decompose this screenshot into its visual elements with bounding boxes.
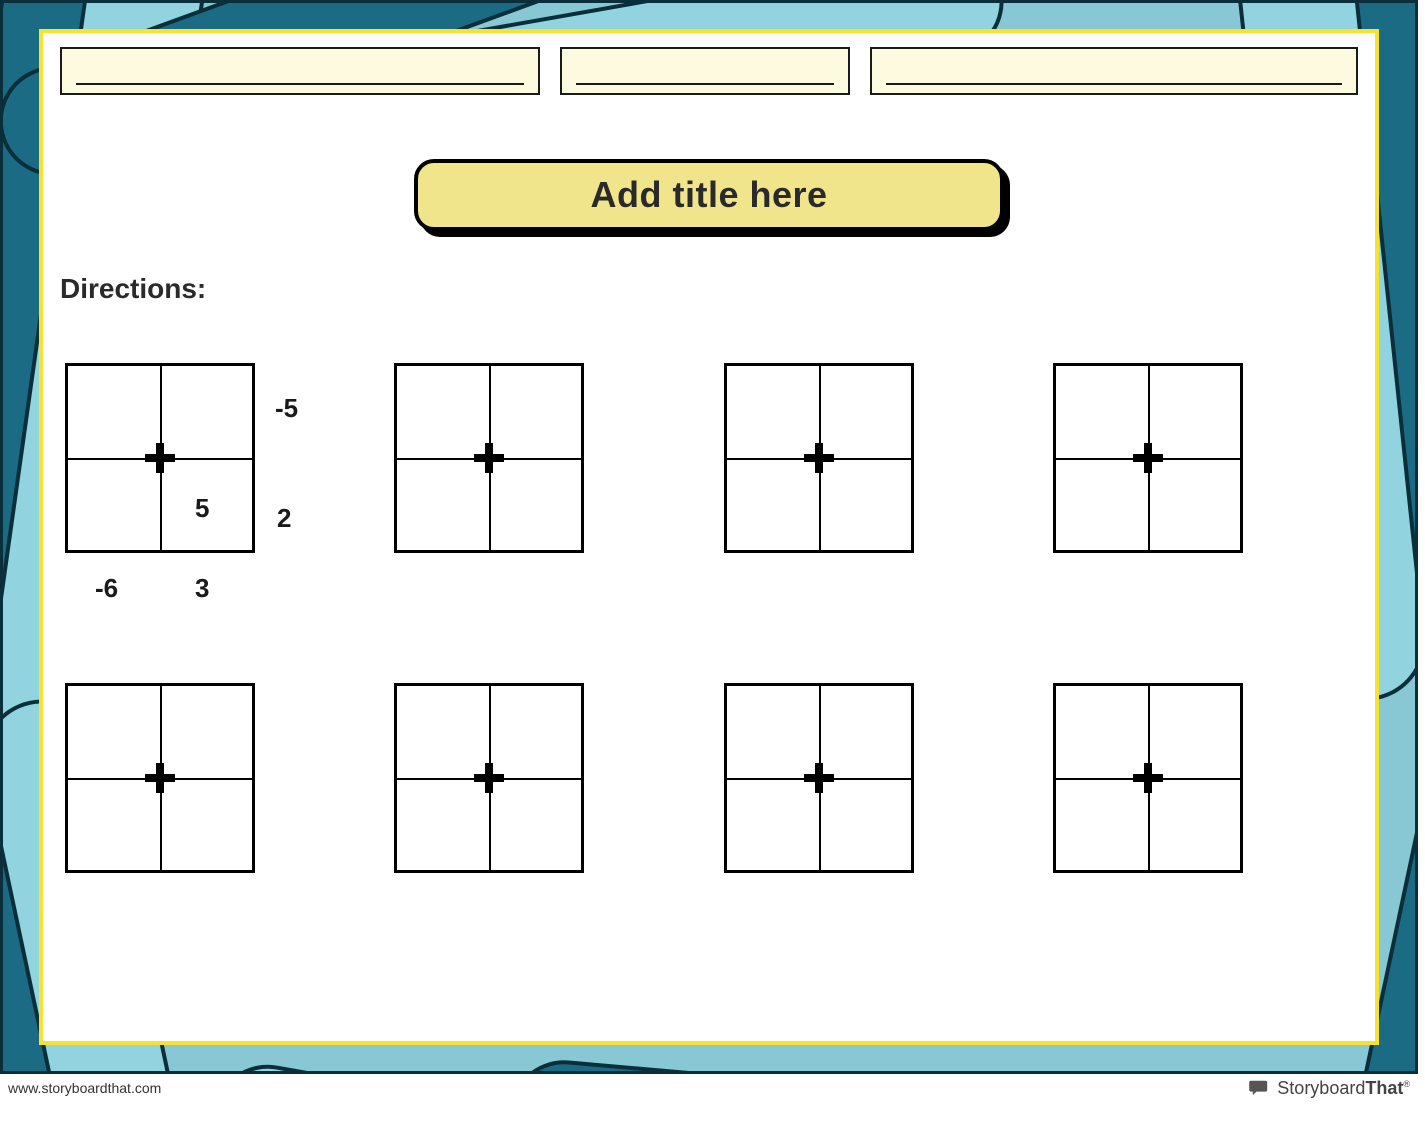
plus-icon [1133,443,1163,473]
grid-row: 5 -5 2 -6 3 [65,363,1353,553]
grids-container: 5 -5 2 -6 3 [65,363,1353,1041]
plus-icon [804,443,834,473]
grid-box [65,683,255,873]
grid-cell[interactable] [1053,683,1353,873]
footer: www.storyboardthat.com StoryboardThat® [0,1076,1418,1100]
brand-prefix: Storyboard [1277,1078,1365,1098]
plus-icon [474,443,504,473]
example-inner-value: 5 [195,493,209,524]
directions-label: Directions: [60,273,206,305]
plus-icon [1133,763,1163,793]
grid-box [394,683,584,873]
grid-cell[interactable] [394,363,694,553]
plus-icon [145,443,175,473]
grid-box [394,363,584,553]
plus-icon [474,763,504,793]
header-fields [60,47,1358,95]
footer-url: www.storyboardthat.com [8,1080,161,1096]
grid-cell[interactable] [724,683,1024,873]
speech-bubble-icon [1249,1079,1271,1097]
title-text: Add title here [590,174,827,216]
name-field[interactable] [60,47,540,95]
example-right-bottom-value: 2 [277,503,291,534]
grid-row [65,683,1353,873]
brand-logo: StoryboardThat® [1249,1078,1410,1099]
grid-cell[interactable] [65,683,365,873]
grid-cell[interactable] [1053,363,1353,553]
grid-cell-example[interactable]: 5 -5 2 -6 3 [65,363,365,553]
example-bottom-right-value: 3 [195,573,209,604]
class-field[interactable] [870,47,1358,95]
title-banner[interactable]: Add title here [414,159,1004,231]
example-bottom-left-value: -6 [95,573,118,604]
grid-box [65,363,255,553]
grid-box [1053,363,1243,553]
example-right-top-value: -5 [275,393,298,424]
worksheet-frame: Add title here Directions: 5 -5 2 -6 3 [0,0,1418,1074]
brand-suffix: That [1365,1078,1403,1098]
grid-box [724,683,914,873]
grid-cell[interactable] [394,683,694,873]
grid-box [1053,683,1243,873]
plus-icon [145,763,175,793]
date-field[interactable] [560,47,850,95]
plus-icon [804,763,834,793]
grid-box [724,363,914,553]
grid-cell[interactable] [724,363,1024,553]
